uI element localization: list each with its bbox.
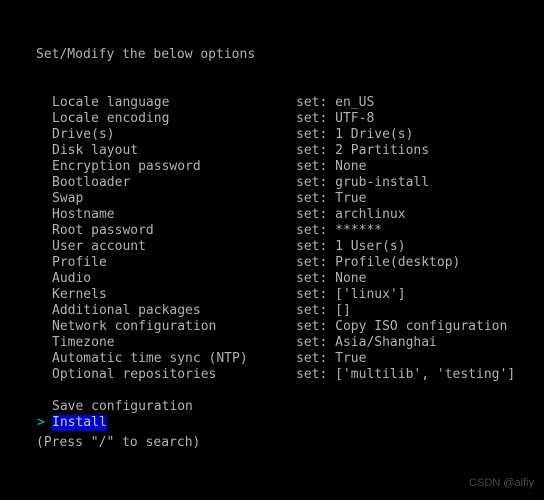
option-value: set: None: [296, 271, 367, 286]
terminal-screen: Set/Modify the below options Locale lang…: [0, 0, 544, 500]
search-hint: (Press "/" to search): [36, 435, 201, 450]
option-label: User account: [52, 239, 146, 254]
option-label: Drive(s): [52, 127, 115, 142]
option-label: Locale language: [52, 95, 170, 110]
option-value: set: []: [296, 303, 351, 318]
watermark: CSDN @alfiy: [469, 477, 534, 489]
option-label: Network configuration: [52, 319, 217, 334]
option-row[interactable]: Locale encoding set: UTF-8: [0, 111, 544, 127]
option-row[interactable]: Profile set: Profile(desktop): [0, 255, 544, 271]
option-label: Additional packages: [52, 303, 201, 318]
option-row[interactable]: User account set: 1 User(s): [0, 239, 544, 255]
option-label: Bootloader: [52, 175, 131, 190]
option-label: Encryption password: [52, 159, 201, 174]
action-row[interactable]: Save configuration: [0, 399, 544, 415]
option-label: Audio: [52, 271, 92, 286]
option-row[interactable]: Additional packages set: []: [0, 303, 544, 319]
option-row[interactable]: Automatic time sync (NTP) set: True: [0, 351, 544, 367]
option-label: Disk layout: [52, 143, 139, 158]
option-row[interactable]: Drive(s) set: 1 Drive(s): [0, 127, 544, 143]
option-value: set: UTF-8: [296, 111, 375, 126]
option-value: set: True: [296, 351, 367, 366]
option-value: set: 1 User(s): [296, 239, 406, 254]
option-value: set: Copy ISO configuration: [296, 319, 508, 334]
option-label: Timezone: [52, 335, 115, 350]
option-row[interactable]: Root password set: ******: [0, 223, 544, 239]
option-row[interactable]: Encryption password set: None: [0, 159, 544, 175]
option-value: set: ['multilib', 'testing']: [296, 367, 516, 382]
option-label: Optional repositories: [52, 367, 217, 382]
option-label: Hostname: [52, 207, 115, 222]
option-label: Kernels: [52, 287, 107, 302]
option-row[interactable]: Audio set: None: [0, 271, 544, 287]
actions-list: Save configuration > Install: [0, 399, 544, 431]
option-value: set: archlinux: [296, 207, 406, 222]
option-value: set: 2 Partitions: [296, 143, 430, 158]
option-label: Swap: [52, 191, 84, 206]
page-title: Set/Modify the below options: [36, 47, 256, 62]
option-value: set: Asia/Shanghai: [296, 335, 437, 350]
option-value: set: ******: [296, 223, 383, 238]
option-label: Locale encoding: [52, 111, 170, 126]
action-label: Install: [52, 415, 107, 431]
option-row[interactable]: Bootloader set: grub-install: [0, 175, 544, 191]
option-row[interactable]: Optional repositories set: ['multilib', '…: [0, 367, 544, 383]
action-row-selected[interactable]: > Install: [0, 415, 544, 431]
option-value: set: 1 Drive(s): [296, 127, 414, 142]
option-row[interactable]: Swap set: True: [0, 191, 544, 207]
option-row[interactable]: Timezone set: Asia/Shanghai: [0, 335, 544, 351]
action-label: Save configuration: [52, 399, 193, 414]
option-value: set: True: [296, 191, 367, 206]
option-label: Automatic time sync (NTP): [52, 351, 248, 366]
option-value: set: grub-install: [296, 175, 430, 190]
option-value: set: ['linux']: [296, 287, 406, 302]
option-value: set: en_US: [296, 95, 375, 110]
option-row[interactable]: Kernels set: ['linux']: [0, 287, 544, 303]
option-row[interactable]: Locale language set: en_US: [0, 95, 544, 111]
option-value: set: None: [296, 159, 367, 174]
option-row[interactable]: Network configuration set: Copy ISO confi…: [0, 319, 544, 335]
options-list: Locale language set: en_US Locale encoding…: [0, 95, 544, 383]
selection-caret-icon: >: [37, 415, 45, 430]
option-label: Root password: [52, 223, 154, 238]
option-row[interactable]: Hostname set: archlinux: [0, 207, 544, 223]
option-row[interactable]: Disk layout set: 2 Partitions: [0, 143, 544, 159]
option-value: set: Profile(desktop): [296, 255, 461, 270]
option-label: Profile: [52, 255, 107, 270]
